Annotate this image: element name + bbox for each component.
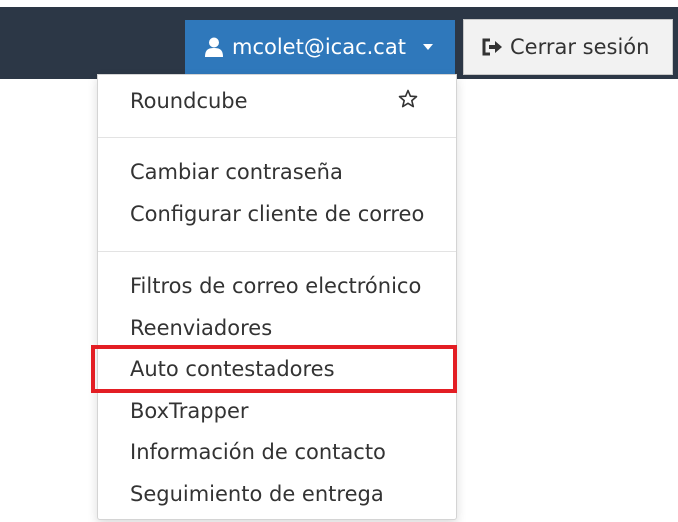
star-outline-icon[interactable] — [398, 89, 418, 109]
highlight-box — [91, 345, 457, 393]
menu-item-boxtrapper[interactable]: BoxTrapper — [130, 397, 249, 425]
menu-item-track-delivery[interactable]: Seguimiento de entrega — [130, 480, 384, 508]
menu-item-configure-mail-client[interactable]: Configurar cliente de correo — [130, 200, 424, 228]
menu-item-change-password[interactable]: Cambiar contraseña — [130, 158, 343, 186]
menu-item-contact-information[interactable]: Información de contacto — [130, 438, 386, 466]
top-navbar: mcolet@icac.cat Cerrar sesión — [0, 7, 678, 79]
logout-button[interactable]: Cerrar sesión — [463, 19, 673, 75]
menu-divider — [98, 251, 456, 252]
sign-out-icon — [482, 38, 502, 56]
user-icon — [205, 37, 223, 57]
menu-item-forwarders[interactable]: Reenviadores — [130, 314, 272, 342]
user-dropdown-menu: Roundcube Cambiar contraseña Configurar … — [91, 74, 457, 520]
caret-down-icon — [423, 44, 433, 50]
user-email: mcolet@icac.cat — [232, 35, 406, 59]
menu-item-email-filters[interactable]: Filtros de correo electrónico — [130, 272, 421, 300]
logout-label: Cerrar sesión — [510, 35, 650, 59]
menu-divider — [98, 137, 456, 138]
menu-item-roundcube[interactable]: Roundcube — [130, 87, 248, 115]
user-menu-button[interactable]: mcolet@icac.cat — [185, 20, 455, 74]
